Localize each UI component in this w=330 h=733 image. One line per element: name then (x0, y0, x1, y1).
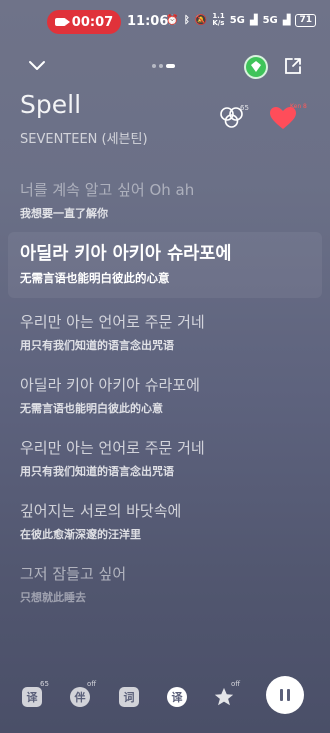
share-icon[interactable] (283, 56, 303, 76)
mute-icon: 🔕 (194, 14, 208, 26)
lyric-line[interactable]: 우리만 아는 언어로 주문 거네 用只有我们知道的语言念出咒语 (20, 311, 320, 353)
translation-button[interactable]: 译 (165, 685, 189, 709)
screen-recording-indicator[interactable]: 00:07 (47, 10, 121, 34)
song-title: Spell (20, 90, 82, 119)
accompaniment-status: off (87, 680, 97, 688)
clock: 11:06 (127, 14, 169, 29)
vip-diamond-icon[interactable] (244, 55, 268, 79)
chevron-down-icon[interactable] (28, 56, 46, 74)
star-icon (214, 687, 234, 706)
pause-icon (280, 689, 283, 701)
battery-icon: 71 (295, 13, 316, 27)
lyric-line[interactable]: 너를 계속 알고 싶어 Oh ah 我想要一直了解你 (20, 179, 320, 221)
player-top-bar (0, 52, 330, 82)
translation-icon: 译 (167, 687, 187, 707)
bluetooth-icon: ᛒ (183, 14, 190, 26)
camera-icon (54, 18, 70, 26)
artist-name[interactable]: SEVENTEEN (세븐틴) (20, 128, 148, 147)
pause-button[interactable] (266, 676, 304, 714)
translate-button[interactable]: 译 (20, 685, 44, 709)
accompaniment-button[interactable]: 伴 (68, 685, 92, 709)
signal-icon: ▟ (249, 14, 258, 26)
status-bar: 00:07 11:06 ⏰ ᛒ 🔕 1.1 K/s 5G ▟ 5G ▟ 71 (0, 0, 330, 44)
lyric-line[interactable]: 깊어지는 서로의 바닷속에 在彼此愈渐深邃的汪洋里 (20, 500, 320, 542)
lyrics-button[interactable]: 词 (117, 685, 141, 709)
effect-button[interactable] (212, 685, 236, 709)
comment-count: 65 (240, 104, 249, 112)
accompaniment-icon: 伴 (70, 687, 90, 707)
effect-status: off (231, 680, 241, 688)
network-5g-2: 5G (262, 14, 278, 26)
status-icons: ⏰ ᛒ 🔕 1.1 K/s 5G ▟ 5G ▟ 71 (166, 13, 316, 27)
network-5g-1: 5G (229, 14, 245, 26)
recording-time: 00:07 (71, 14, 114, 30)
page-indicator (152, 64, 175, 68)
net-speed: 1.1 K/s (212, 12, 225, 27)
signal-icon: ▟ (282, 14, 291, 26)
lyric-line[interactable]: 그저 잠들고 싶어 只想就此睡去 (20, 563, 320, 605)
lyrics-icon: 词 (119, 687, 139, 707)
translate-icon: 译 (22, 687, 42, 707)
alarm-icon: ⏰ (166, 14, 179, 26)
lyric-line[interactable]: 아딜라 키아 아키아 슈라포에 无需言语也能明白彼此的心意 (20, 374, 320, 416)
like-count: Ken 8 (290, 103, 307, 110)
translate-count: 65 (40, 680, 49, 688)
lyric-line[interactable]: 우리만 아는 언어로 주문 거네 用只有我们知道的语言念出咒语 (20, 437, 320, 479)
lyric-line-current[interactable]: 아딜라 키아 아키아 슈라포에 无需言语也能明白彼此的心意 (20, 240, 320, 286)
